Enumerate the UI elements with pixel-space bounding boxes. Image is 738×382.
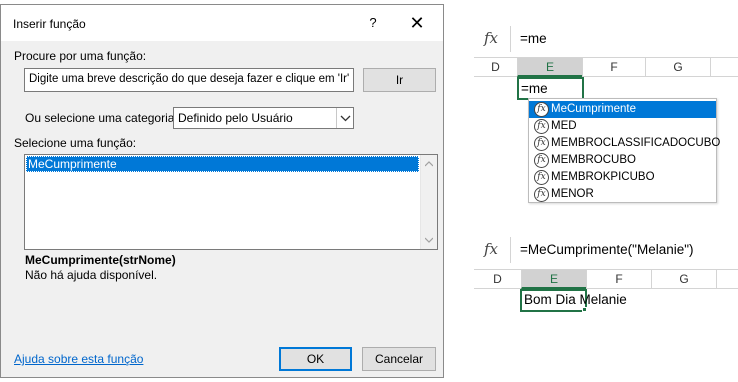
- autocomplete-item[interactable]: fx MED: [529, 118, 716, 135]
- autocomplete-item-label: MENOR: [551, 188, 594, 200]
- function-icon: fx: [534, 187, 549, 202]
- function-icon: fx: [534, 136, 549, 151]
- category-value: Definido pelo Usuário: [178, 111, 293, 125]
- autocomplete-item[interactable]: fx MENOR: [529, 186, 716, 203]
- column-header-e[interactable]: E: [517, 57, 583, 77]
- column-header-d[interactable]: D: [474, 269, 522, 289]
- fill-handle[interactable]: [582, 307, 587, 312]
- formula-bar-bottom: fx =MeCumprimente("Melanie"): [474, 237, 738, 263]
- autocomplete-item-label: MEMBROCUBO: [551, 154, 636, 166]
- autocomplete-item-label: MeCumprimente: [551, 103, 636, 115]
- dialog-title: Inserir função: [13, 17, 86, 31]
- function-list-label: Selecione uma função:: [14, 136, 137, 150]
- fx-icon[interactable]: fx: [484, 29, 498, 47]
- autocomplete-item[interactable]: fx MEMBROCUBO: [529, 152, 716, 169]
- search-label: Procure por uma função:: [14, 49, 147, 63]
- ok-button[interactable]: OK: [279, 347, 352, 371]
- function-list-scrollbar[interactable]: [420, 155, 437, 249]
- autocomplete-list[interactable]: fx MeCumprimente fx MED fx MEMBROCLASSIF…: [528, 98, 720, 203]
- help-link[interactable]: Ajuda sobre esta função: [14, 352, 143, 366]
- autocomplete-item-label: MEMBROKPICUBO: [551, 171, 655, 183]
- column-header-d[interactable]: D: [474, 57, 518, 77]
- cell-text-bottom: Bom Dia Melanie: [524, 292, 627, 307]
- autocomplete-item-label: MED: [551, 120, 577, 132]
- autocomplete-item-label: MEMBROCLASSIFICADOCUBO: [551, 137, 721, 149]
- column-header-e[interactable]: E: [521, 269, 587, 289]
- help-button[interactable]: ?: [363, 15, 383, 33]
- function-icon: fx: [534, 119, 549, 134]
- scroll-down-icon[interactable]: [425, 237, 433, 243]
- dialog-titlebar: Inserir função ? ✕: [1, 5, 443, 41]
- column-header-g[interactable]: G: [645, 57, 711, 77]
- autocomplete-item[interactable]: fx MEMBROKPICUBO: [529, 169, 716, 186]
- formula-input-top[interactable]: =me: [510, 26, 738, 52]
- formula-bar-top: fx =me: [474, 26, 738, 52]
- search-input[interactable]: Digite uma breve descrição do que deseja…: [24, 68, 354, 92]
- category-select[interactable]: Definido pelo Usuário: [173, 107, 354, 129]
- insert-function-dialog: Inserir função ? ✕ Procure por uma funçã…: [0, 4, 444, 378]
- column-header-f[interactable]: F: [586, 269, 652, 289]
- autocomplete-item[interactable]: fx MEMBROCLASSIFICADOCUBO: [529, 135, 720, 152]
- function-icon: fx: [534, 102, 549, 117]
- formula-input-bottom[interactable]: =MeCumprimente("Melanie"): [510, 237, 738, 263]
- cancel-button[interactable]: Cancelar: [362, 347, 436, 371]
- scroll-up-icon[interactable]: [425, 161, 433, 167]
- category-label: Ou selecione uma categoria:: [25, 111, 178, 125]
- fx-icon[interactable]: fx: [484, 240, 498, 258]
- close-button[interactable]: ✕: [405, 12, 429, 34]
- autocomplete-item[interactable]: fx MeCumprimente: [529, 101, 716, 118]
- go-button[interactable]: Ir: [363, 68, 436, 92]
- column-header-blank[interactable]: [716, 269, 738, 289]
- chevron-down-icon[interactable]: [336, 108, 353, 128]
- active-cell-e-top[interactable]: =me: [517, 77, 584, 100]
- function-description: Não há ajuda disponível.: [25, 268, 158, 282]
- formula-text-top: =me: [520, 31, 547, 46]
- column-header-blank[interactable]: [710, 57, 738, 77]
- column-header-g[interactable]: G: [651, 269, 717, 289]
- function-list[interactable]: MeCumprimente: [24, 154, 438, 250]
- function-icon: fx: [534, 153, 549, 168]
- cell-text-top: =me: [521, 81, 548, 96]
- formula-text-bottom: =MeCumprimente("Melanie"): [520, 242, 694, 257]
- function-icon: fx: [534, 170, 549, 185]
- function-signature: MeCumprimente(strNome): [25, 253, 176, 267]
- function-list-item[interactable]: MeCumprimente: [26, 156, 419, 172]
- column-header-f[interactable]: F: [582, 57, 646, 77]
